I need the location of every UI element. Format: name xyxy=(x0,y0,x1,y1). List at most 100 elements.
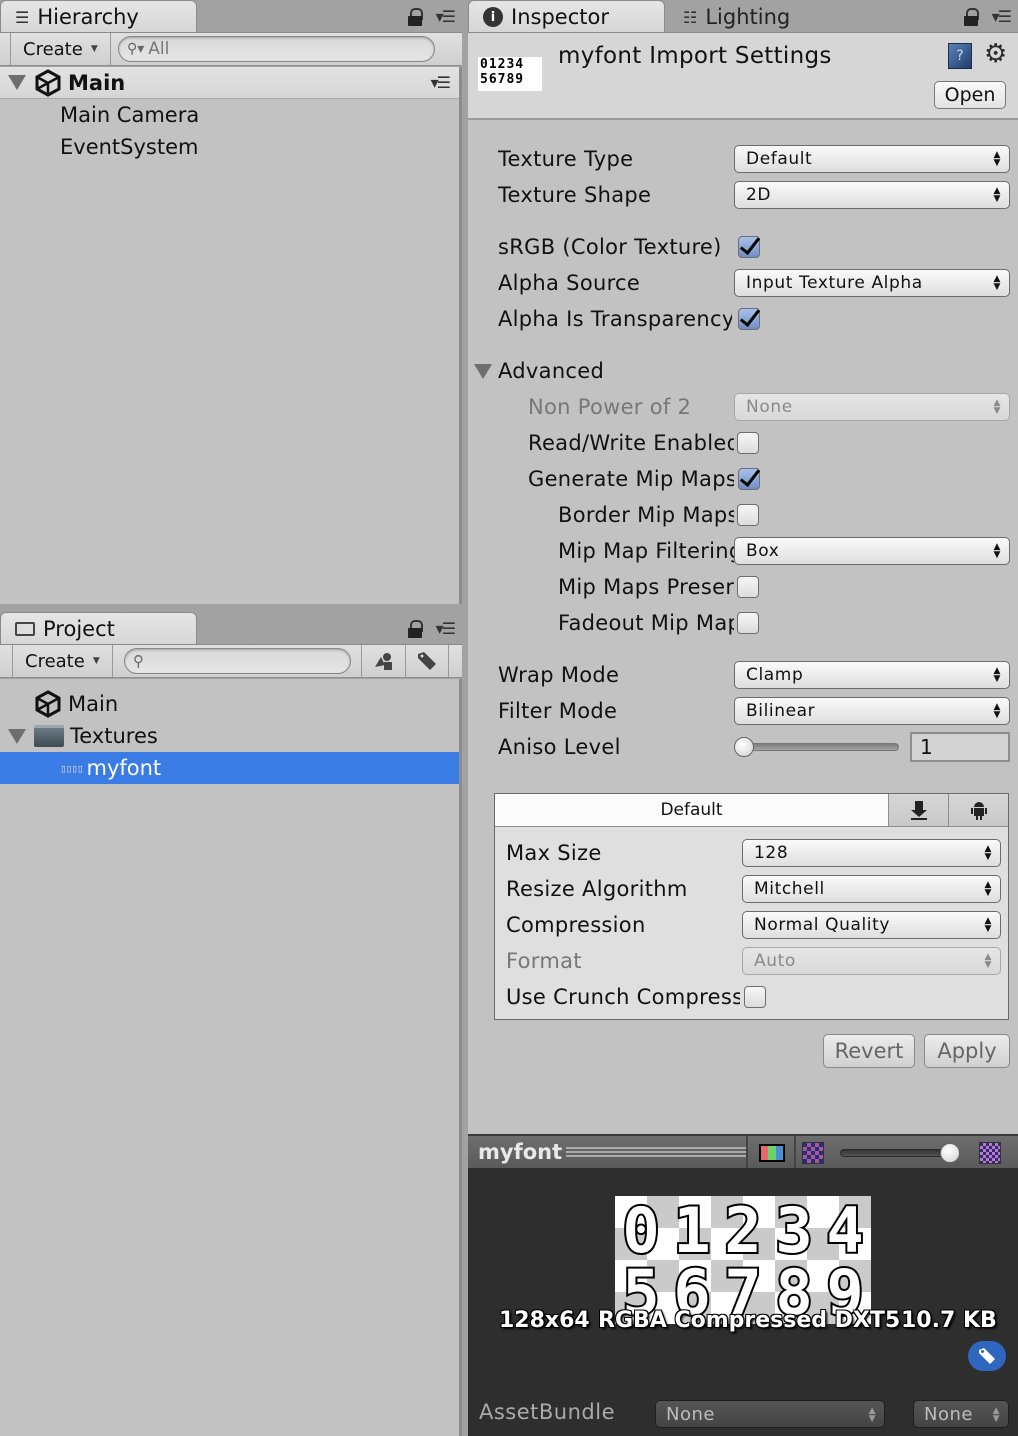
dropdown-value: Auto xyxy=(754,951,796,971)
prop-alpha-source: Alpha Source Input Texture Alpha ▲ ▼ xyxy=(468,267,1018,299)
resize-algorithm-dropdown[interactable]: Mitchell ▲ ▼ xyxy=(742,875,1001,903)
srgb-checkbox[interactable] xyxy=(738,236,760,258)
filter-mode-dropdown[interactable]: Bilinear ▲ ▼ xyxy=(734,697,1010,725)
fadeout-mips-checkbox[interactable] xyxy=(737,612,759,634)
platform-tab-standalone[interactable] xyxy=(888,794,948,826)
aniso-slider-knob[interactable] xyxy=(734,737,754,757)
project-item[interactable]: Textures xyxy=(0,720,459,752)
folder-tab-icon xyxy=(15,622,35,636)
filter-by-label-button[interactable] xyxy=(405,645,449,677)
help-book-icon[interactable]: ? xyxy=(948,43,972,69)
assetbundle-name-dropdown[interactable]: None ▲ ▼ xyxy=(655,1400,885,1428)
aniso-slider-track[interactable] xyxy=(734,743,899,751)
tab-project[interactable]: Project xyxy=(0,612,197,645)
project-item-label: Main xyxy=(68,692,119,716)
expand-triangle-icon[interactable] xyxy=(474,363,492,379)
lock-icon[interactable] xyxy=(407,620,423,638)
prop-label: Generate Mip Maps xyxy=(528,467,734,491)
platform-tab-default[interactable]: Default xyxy=(495,794,888,826)
panel-menu-icon[interactable]: ▾☰ xyxy=(992,9,1012,25)
expand-triangle-icon[interactable] xyxy=(8,728,26,744)
gear-icon[interactable]: ⚙ xyxy=(984,39,1007,69)
format-dropdown: Auto ▲ ▼ xyxy=(742,947,1001,975)
project-create-button[interactable]: Create ▼ xyxy=(12,645,113,677)
hierarchy-item[interactable]: EventSystem xyxy=(0,131,459,163)
assetbundle-variant-dropdown[interactable]: None ▲ ▼ xyxy=(913,1400,1009,1428)
search-icon: ⚲ xyxy=(133,652,144,670)
project-search-input[interactable]: ⚲ xyxy=(124,648,351,674)
texture-type-dropdown[interactable]: Default ▲ ▼ xyxy=(734,145,1010,173)
filter-by-type-button[interactable] xyxy=(361,645,405,677)
dropdown-value: Default xyxy=(746,149,813,169)
texture-thumbnail: 01234 56789 xyxy=(478,57,542,91)
download-icon xyxy=(910,801,927,820)
divider xyxy=(794,1136,796,1168)
project-toolbar: Create ▼ ⚲ xyxy=(0,644,462,678)
max-size-dropdown[interactable]: 128 ▲ ▼ xyxy=(742,839,1001,867)
project-tabbar: Project ▾☰ xyxy=(0,612,462,645)
tab-hierarchy-label: Hierarchy xyxy=(37,5,139,29)
wrap-mode-dropdown[interactable]: Clamp ▲ ▼ xyxy=(734,661,1010,689)
dropdown-value: Mitchell xyxy=(754,879,825,899)
drag-handle[interactable] xyxy=(566,1147,747,1157)
read-write-checkbox[interactable] xyxy=(737,432,759,454)
updown-arrows-icon: ▲ ▼ xyxy=(993,702,1001,720)
scene-row-main[interactable]: Main ▾☰ xyxy=(0,67,459,99)
revert-button[interactable]: Revert xyxy=(823,1034,915,1068)
prop-label: Fadeout Mip Maps xyxy=(558,611,734,635)
platform-tab-android[interactable] xyxy=(948,794,1008,826)
tab-inspector[interactable]: i Inspector xyxy=(468,0,665,33)
alpha-transparency-checkbox[interactable] xyxy=(738,308,760,330)
input-value: 1 xyxy=(920,735,933,759)
lock-icon[interactable] xyxy=(963,8,979,26)
prop-aniso-level: Aniso Level 1 xyxy=(468,731,1018,763)
mip-level-slider-knob[interactable] xyxy=(940,1143,960,1163)
open-button[interactable]: Open xyxy=(934,81,1006,109)
hierarchy-item[interactable]: Main Camera xyxy=(0,99,459,131)
hierarchy-item-label: EventSystem xyxy=(60,135,199,159)
border-mips-checkbox[interactable] xyxy=(737,504,759,526)
prop-label: Border Mip Maps xyxy=(558,503,734,527)
compression-dropdown[interactable]: Normal Quality ▲ ▼ xyxy=(742,911,1001,939)
prop-label: Non Power of 2 xyxy=(528,395,692,419)
panel-menu-icon[interactable]: ▾☰ xyxy=(436,621,456,637)
prop-label: Wrap Mode xyxy=(498,663,620,687)
asset-label-button[interactable] xyxy=(968,1341,1006,1371)
mip-preserve-checkbox[interactable] xyxy=(737,576,759,598)
project-item-selected[interactable]: ▯▯▯▯ myfont xyxy=(0,752,459,784)
updown-arrows-icon: ▲ ▼ xyxy=(993,186,1001,204)
prop-label: Compression xyxy=(506,913,646,937)
updown-arrows-icon: ▲ ▼ xyxy=(993,542,1001,560)
generate-mips-checkbox[interactable] xyxy=(738,468,760,490)
project-panel: Project ▾☰ Create ▼ ⚲ Main Textures ▯▯▯▯… xyxy=(0,612,462,1436)
caret-down-icon: ▼ xyxy=(92,656,100,666)
project-item[interactable]: Main xyxy=(0,688,459,720)
hierarchy-search-input[interactable]: ⚲▾ All xyxy=(118,36,435,62)
dropdown-value: Input Texture Alpha xyxy=(746,273,923,293)
inspector-body: Texture Type Default ▲ ▼ Texture Shape 2D… xyxy=(468,120,1018,1134)
crunch-checkbox[interactable] xyxy=(744,986,766,1008)
updown-arrows-icon: ▲ ▼ xyxy=(868,1406,876,1424)
dropdown-value: Normal Quality xyxy=(754,915,891,935)
tab-hierarchy[interactable]: ☰ Hierarchy xyxy=(0,0,197,33)
updown-arrows-icon: ▲ ▼ xyxy=(984,952,992,970)
scene-menu-icon[interactable]: ▾☰ xyxy=(431,74,451,91)
preview-title[interactable]: myfont xyxy=(468,1140,562,1164)
updown-arrows-icon: ▲ ▼ xyxy=(984,880,992,898)
tab-lighting[interactable]: ☷ Lighting xyxy=(668,0,858,33)
platform-tabs: Default xyxy=(495,794,1008,827)
lock-icon[interactable] xyxy=(407,8,423,26)
panel-menu-icon[interactable]: ▾☰ xyxy=(436,9,456,25)
alpha-source-dropdown[interactable]: Input Texture Alpha ▲ ▼ xyxy=(734,269,1010,297)
thumbnail-row: 01234 xyxy=(480,57,525,72)
prop-label: sRGB (Color Texture) xyxy=(498,235,722,259)
aniso-level-input[interactable]: 1 xyxy=(910,732,1010,762)
hierarchy-create-button[interactable]: Create ▼ xyxy=(10,33,111,65)
texture-shape-dropdown[interactable]: 2D ▲ ▼ xyxy=(734,181,1010,209)
expand-triangle-icon[interactable] xyxy=(8,75,26,90)
mip-filtering-dropdown[interactable]: Box ▲ ▼ xyxy=(734,537,1010,565)
advanced-foldout[interactable]: Advanced xyxy=(468,355,1018,387)
rgb-channel-toggle[interactable] xyxy=(759,1144,785,1162)
apply-button[interactable]: Apply xyxy=(924,1034,1010,1068)
prop-crunch: Use Crunch Compression xyxy=(495,981,1008,1013)
